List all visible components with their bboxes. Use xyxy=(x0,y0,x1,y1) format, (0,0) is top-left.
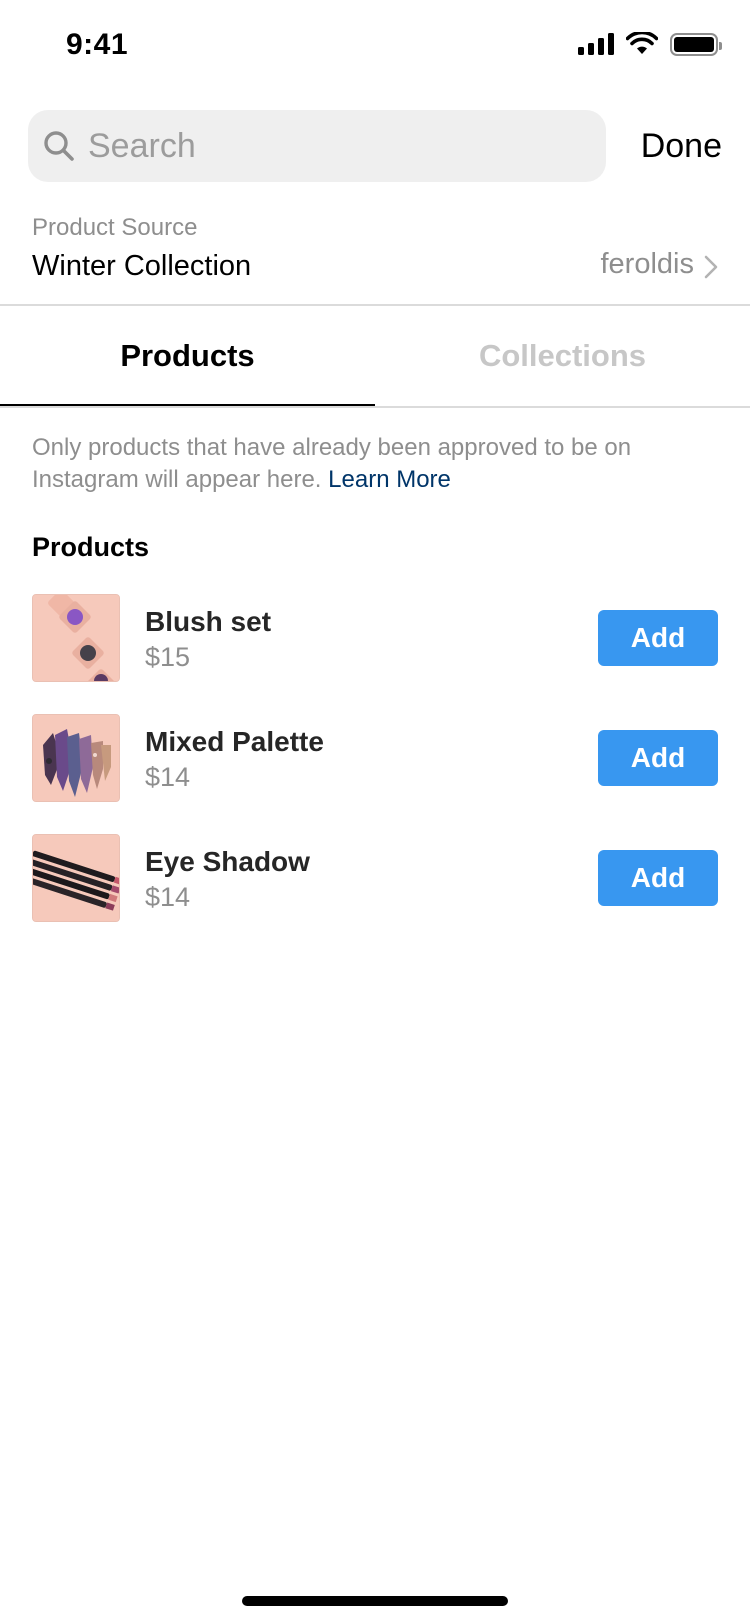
search-row: Done xyxy=(28,110,722,182)
divider xyxy=(0,406,750,408)
product-name: Blush set xyxy=(145,606,272,637)
search-icon xyxy=(44,131,74,161)
wifi-icon xyxy=(626,32,658,54)
tab-collections[interactable]: Collections xyxy=(375,306,750,406)
mixed-palette-thumbnail xyxy=(32,714,120,802)
tab-products[interactable]: Products xyxy=(0,306,375,406)
product-source-caption: Product Source xyxy=(32,214,198,241)
tab-bar: Products Collections xyxy=(0,306,750,406)
eye-shadow-thumbnail xyxy=(32,834,120,922)
status-icons xyxy=(578,32,722,56)
section-title: Products xyxy=(32,532,150,562)
product-source-row[interactable]: Product Source Winter Collection feroldi… xyxy=(32,214,722,284)
add-button[interactable]: Add xyxy=(598,610,718,666)
product-price: $15 xyxy=(145,642,191,672)
product-list: Blush set $15 Add Mixed Palette $14 Add xyxy=(32,594,718,954)
signal-icon xyxy=(578,33,614,55)
product-source-account: feroldis xyxy=(600,248,695,280)
list-item: Blush set $15 Add xyxy=(32,594,718,714)
product-price: $14 xyxy=(145,762,191,792)
product-name: Eye Shadow xyxy=(145,846,310,877)
search-box[interactable] xyxy=(28,110,606,182)
status-time: 9:41 xyxy=(66,28,129,61)
chevron-right-icon xyxy=(704,255,718,279)
add-button[interactable]: Add xyxy=(598,730,718,786)
status-bar: 9:41 xyxy=(0,0,750,94)
learn-more-link[interactable]: Learn More xyxy=(328,466,451,493)
battery-icon xyxy=(670,32,722,56)
blush-set-thumbnail xyxy=(32,594,120,682)
list-item: Eye Shadow $14 Add xyxy=(32,834,718,954)
product-name: Mixed Palette xyxy=(145,726,324,757)
home-indicator xyxy=(242,1596,508,1606)
info-message: Only products that have already been app… xyxy=(32,432,712,496)
list-item: Mixed Palette $14 Add xyxy=(32,714,718,834)
add-button[interactable]: Add xyxy=(598,850,718,906)
done-button[interactable]: Done xyxy=(641,110,722,182)
search-input[interactable] xyxy=(88,126,568,166)
product-source-value: Winter Collection xyxy=(32,250,252,282)
product-price: $14 xyxy=(145,882,191,912)
